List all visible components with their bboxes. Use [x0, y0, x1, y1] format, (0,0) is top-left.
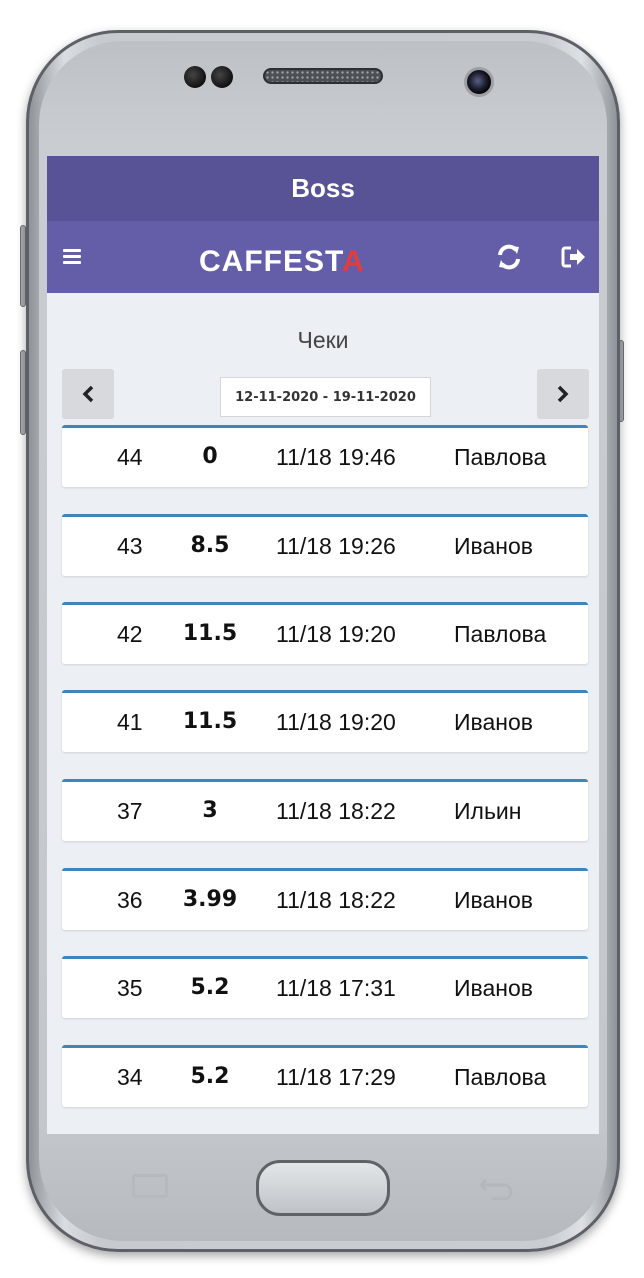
receipt-row[interactable]: 42 11.5 11/18 19:20 Павлова — [62, 602, 588, 664]
refresh-icon[interactable] — [495, 243, 523, 271]
receipt-number: 34 — [117, 1064, 143, 1090]
receipt-number: 44 — [117, 444, 143, 470]
receipt-sum: 11.5 — [182, 621, 238, 646]
receipt-sum: 0 — [202, 444, 218, 469]
receipt-time: 11/18 18:22 — [276, 798, 396, 824]
receipt-number: 42 — [117, 621, 143, 647]
receipt-cashier: Иванов — [454, 887, 533, 913]
receipt-cashier: Ильин — [454, 798, 522, 824]
receipt-cashier: Иванов — [454, 533, 533, 559]
receipt-number: 36 — [117, 887, 143, 913]
date-navigator: 12-11-2020 - 19-11-2020 — [47, 369, 599, 423]
receipt-time: 11/18 19:46 — [276, 444, 396, 470]
receipt-sum: 3 — [202, 798, 218, 823]
recent-apps-icon — [132, 1174, 168, 1198]
receipt-sum: 5.2 — [190, 975, 230, 1000]
menu-icon[interactable] — [63, 249, 81, 265]
receipt-row[interactable]: 36 3.99 11/18 18:22 Иванов — [62, 868, 588, 930]
page-title: Boss — [291, 173, 355, 203]
date-range-field[interactable]: 12-11-2020 - 19-11-2020 — [220, 377, 431, 417]
receipt-sum: 5.2 — [190, 1064, 230, 1089]
front-camera — [464, 67, 494, 97]
receipt-number: 41 — [117, 709, 143, 735]
prev-period-button[interactable] — [62, 369, 114, 419]
receipt-cashier: Павлова — [454, 444, 547, 470]
sensor-dot — [184, 66, 206, 88]
receipt-row[interactable]: 34 5.2 11/18 17:29 Павлова — [62, 1045, 588, 1107]
logout-icon[interactable] — [561, 245, 587, 269]
receipt-row[interactable]: 41 11.5 11/18 19:20 Иванов — [62, 690, 588, 752]
receipt-cashier: Павлова — [454, 1064, 547, 1090]
receipt-row[interactable]: 37 3 11/18 18:22 Ильин — [62, 779, 588, 841]
sensor-dot — [211, 66, 233, 88]
next-period-button[interactable] — [537, 369, 589, 419]
home-button[interactable] — [256, 1160, 390, 1216]
receipt-time: 11/18 19:20 — [276, 709, 396, 735]
receipt-cashier: Павлова — [454, 621, 547, 647]
receipt-time: 11/18 18:22 — [276, 887, 396, 913]
receipt-sum: 11.5 — [182, 709, 238, 734]
app-screen: Boss CAFFESTA Чеки 12-11-2020 - 19-11-20… — [47, 156, 599, 1134]
brand-logo: CAFFESTA — [199, 245, 365, 278]
section-heading: Чеки — [297, 327, 349, 353]
receipt-sum: 3.99 — [182, 887, 238, 912]
nav-bar: CAFFESTA — [47, 221, 599, 293]
receipt-time: 11/18 19:20 — [276, 621, 396, 647]
receipt-time: 11/18 17:31 — [276, 975, 396, 1001]
receipt-cashier: Иванов — [454, 975, 533, 1001]
receipt-number: 37 — [117, 798, 143, 824]
title-bar: Boss — [47, 156, 599, 221]
receipt-sum: 8.5 — [190, 533, 230, 558]
receipt-time: 11/18 19:26 — [276, 533, 396, 559]
earpiece-speaker — [263, 68, 383, 84]
chevron-left-icon — [82, 385, 94, 403]
receipt-cashier: Иванов — [454, 709, 533, 735]
chevron-right-icon — [557, 385, 569, 403]
back-icon — [478, 1174, 514, 1207]
receipt-row[interactable]: 35 5.2 11/18 17:31 Иванов — [62, 956, 588, 1018]
receipt-row[interactable]: 44 0 11/18 19:46 Павлова — [62, 425, 588, 487]
receipt-time: 11/18 17:29 — [276, 1064, 396, 1090]
receipt-number: 35 — [117, 975, 143, 1001]
receipt-number: 43 — [117, 533, 143, 559]
receipt-row[interactable]: 43 8.5 11/18 19:26 Иванов — [62, 514, 588, 576]
